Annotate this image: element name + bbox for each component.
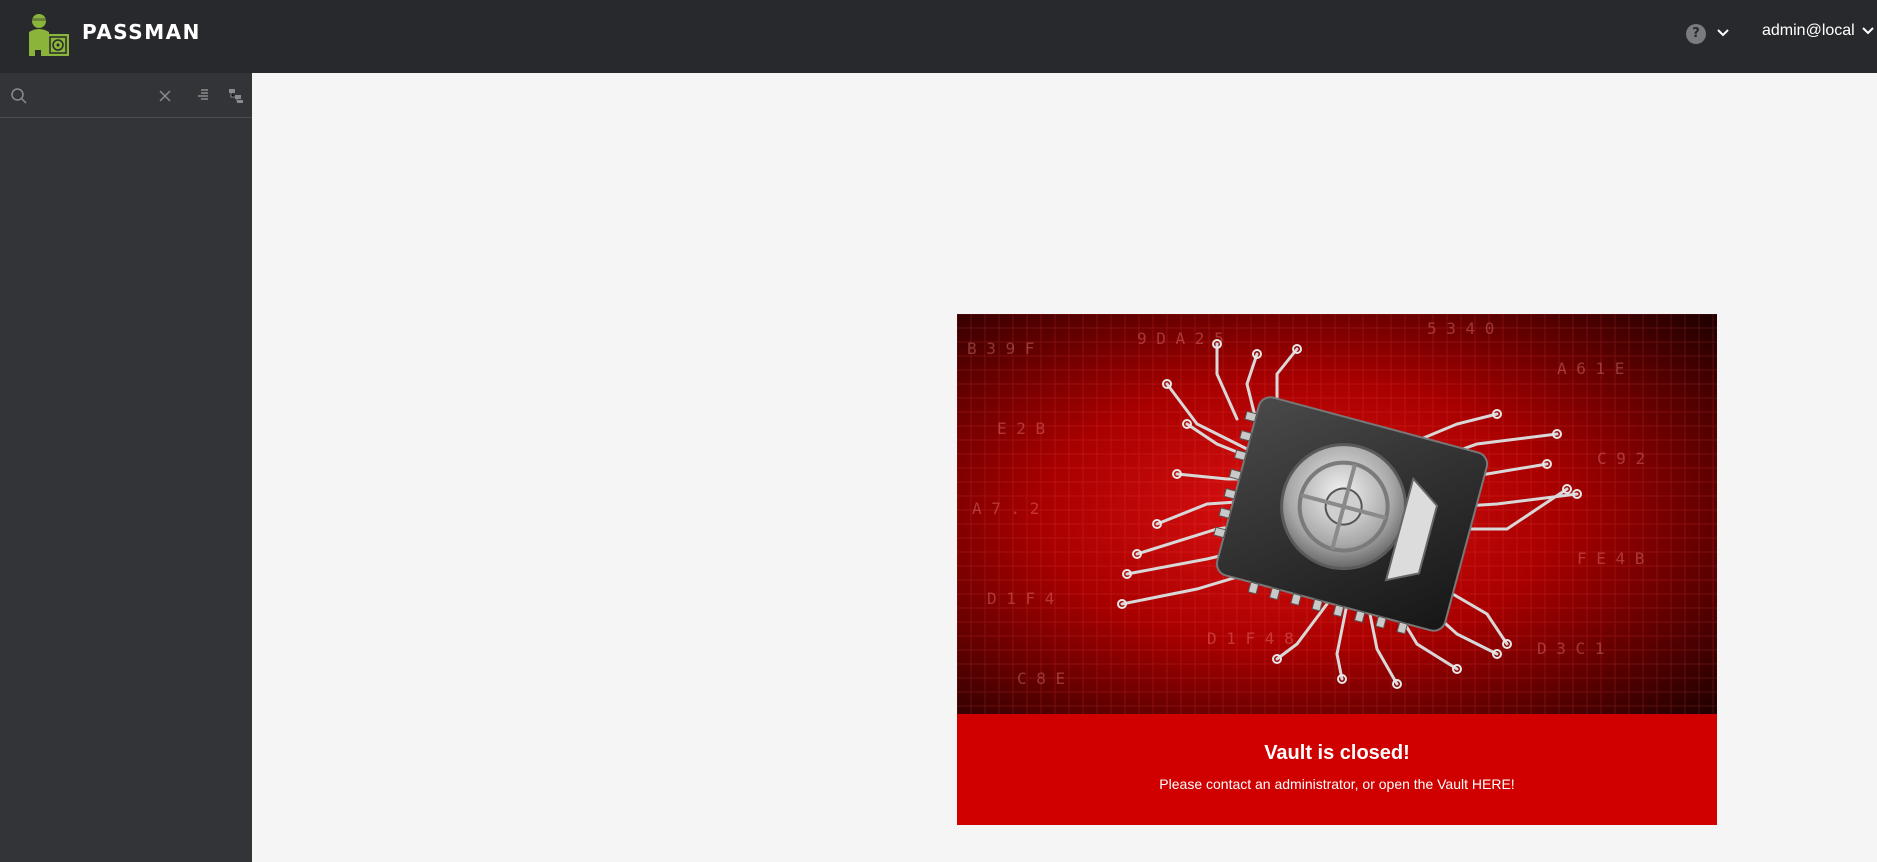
chevron-down-icon — [1862, 27, 1874, 35]
open-vault-link[interactable]: HERE! — [1472, 776, 1515, 792]
vault-closed-title: Vault is closed! — [1264, 742, 1410, 764]
search-bar — [0, 73, 252, 118]
vault-closed-message: Please contact an administrator, or open… — [957, 776, 1717, 792]
svg-text:D 3 C 1: D 3 C 1 — [1537, 639, 1604, 658]
user-menu[interactable]: admin@local — [1762, 22, 1875, 40]
close-icon[interactable] — [158, 89, 172, 103]
svg-text:E 2 B: E 2 B — [997, 419, 1045, 438]
vault-chip-illustration: B 3 9 F E 2 B A 7 . 2 D 1 F 4 C 8 E A 6 … — [957, 314, 1717, 714]
svg-text:D 1 F 4: D 1 F 4 — [987, 589, 1054, 608]
help-icon[interactable]: ? — [1686, 24, 1706, 44]
search-icon — [11, 88, 27, 104]
brand-name: PASSMAN — [82, 20, 201, 44]
tree-view-icon[interactable] — [228, 88, 244, 104]
sort-icon[interactable] — [196, 88, 210, 102]
sidebar — [0, 73, 252, 862]
chevron-down-icon[interactable] — [1716, 26, 1730, 40]
svg-text:C 9 2: C 9 2 — [1597, 449, 1645, 468]
svg-text:9 D A 2 5: 9 D A 2 5 — [1137, 329, 1224, 348]
user-name: admin@local — [1762, 22, 1855, 39]
svg-text:A 6 1 E: A 6 1 E — [1557, 359, 1624, 378]
svg-text:B 3 9 F: B 3 9 F — [967, 339, 1034, 358]
main-content: B 3 9 F E 2 B A 7 . 2 D 1 F 4 C 8 E A 6 … — [252, 73, 1877, 862]
svg-text:C 8 E: C 8 E — [1017, 669, 1065, 688]
top-bar: PASSMAN ? admin@local — [0, 0, 1877, 73]
search-input[interactable] — [36, 81, 150, 111]
svg-text:D 1 F 4 8: D 1 F 4 8 — [1207, 629, 1294, 648]
vault-closed-card: B 3 9 F E 2 B A 7 . 2 D 1 F 4 C 8 E A 6 … — [957, 314, 1717, 825]
svg-text:5 3 4 0: 5 3 4 0 — [1427, 319, 1494, 338]
passman-logo-icon[interactable] — [25, 12, 71, 56]
svg-text:A 7 . 2: A 7 . 2 — [972, 499, 1039, 518]
svg-text:F E 4 B: F E 4 B — [1577, 549, 1644, 568]
vault-closed-banner: Vault is closed! Please contact an admin… — [957, 714, 1717, 825]
vault-message-text: Please contact an administrator, or open… — [1159, 776, 1472, 792]
